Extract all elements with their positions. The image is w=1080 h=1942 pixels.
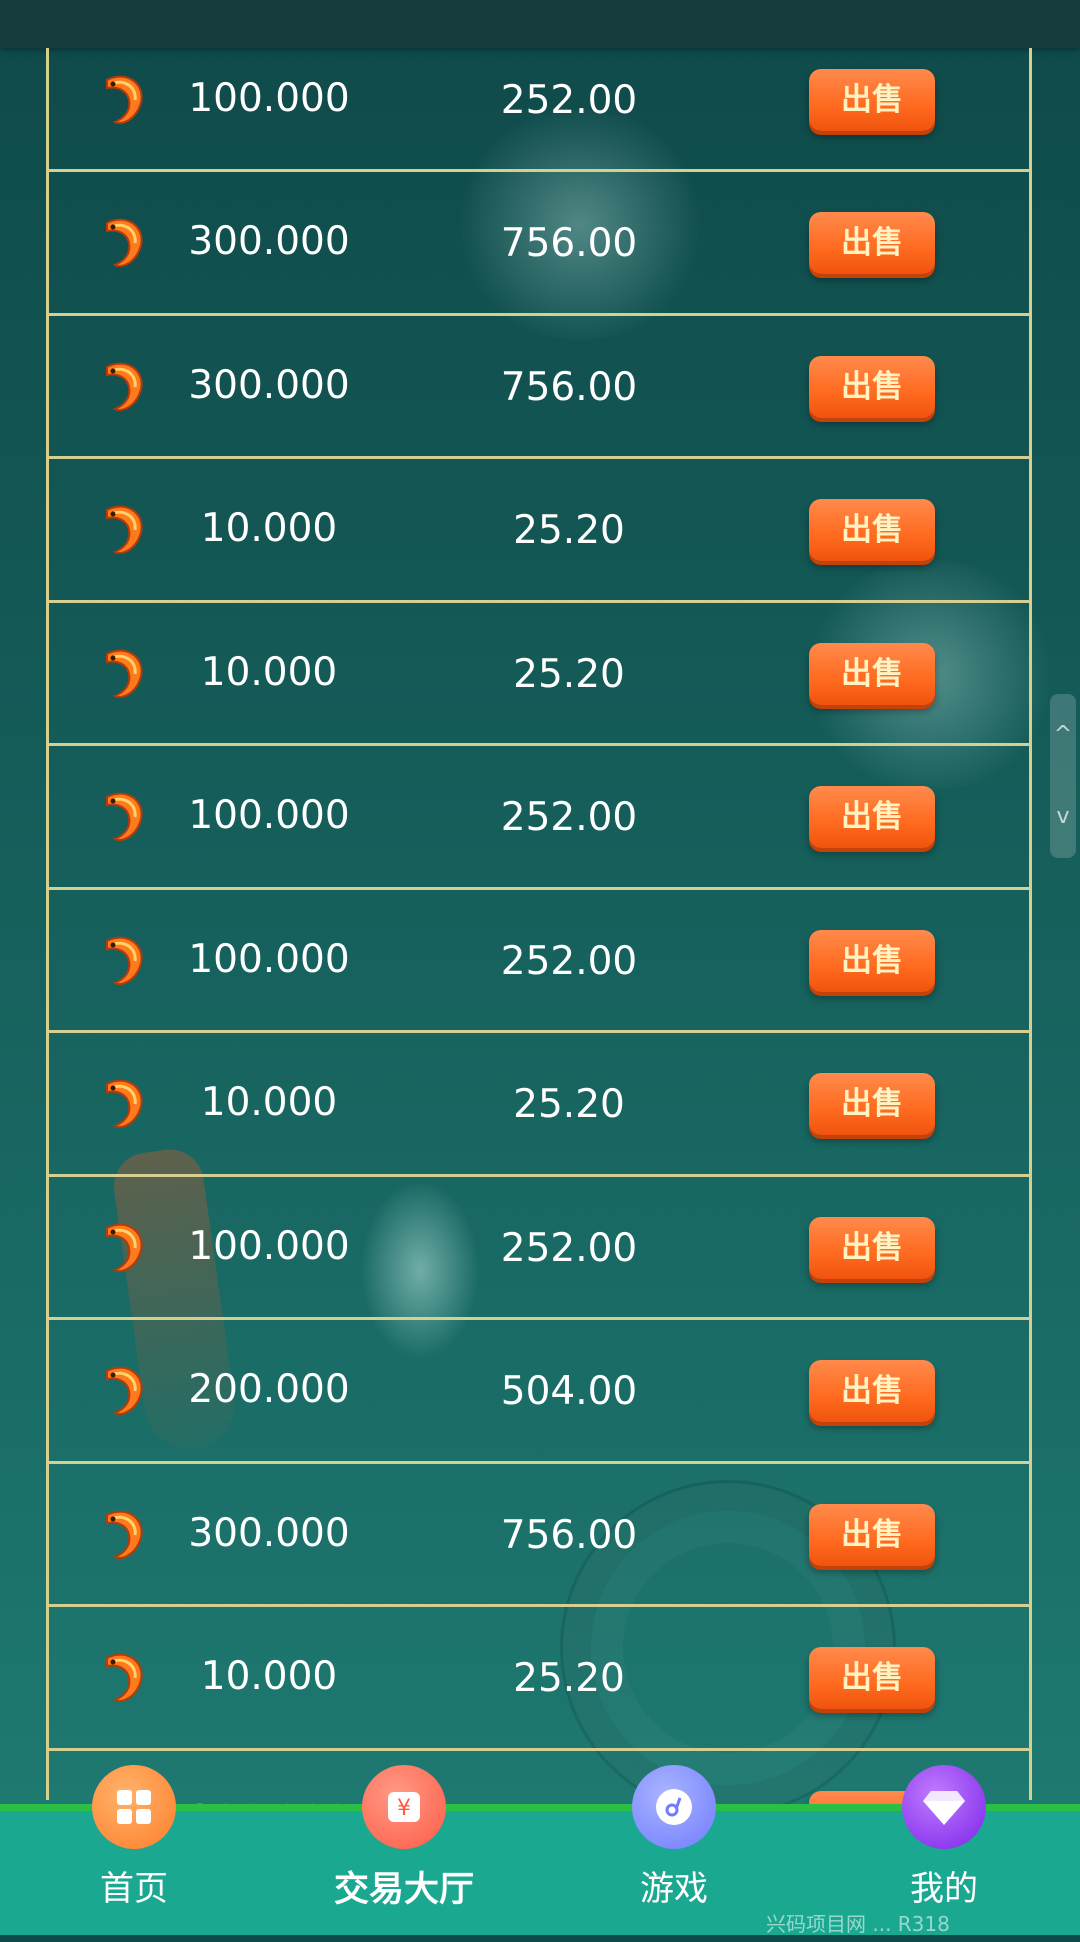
- nav-label-mine: 我的: [910, 1869, 978, 1909]
- price-value: 25.20: [513, 651, 625, 697]
- shrimp-icon: [99, 357, 147, 417]
- table-row: 100.000 252.00 出售: [49, 891, 1029, 1033]
- yen-icon: ¥: [362, 1765, 446, 1849]
- price-value: 756.00: [500, 1512, 638, 1558]
- nav-item-game[interactable]: 游戏: [574, 1765, 774, 1942]
- sell-button[interactable]: 出售: [809, 642, 935, 705]
- amount-value: 10.000: [200, 1654, 338, 1699]
- table-row: 10.000 25.20 出售: [49, 1609, 1029, 1751]
- nav-label-game: 游戏: [640, 1869, 708, 1909]
- price-value: 25.20: [513, 1082, 625, 1127]
- amount-value: 300.000: [188, 362, 350, 408]
- watermark: 兴码项目网 ... R318: [766, 1912, 950, 1936]
- scroll-up-icon[interactable]: ^: [1050, 694, 1076, 776]
- music-disc-icon: [632, 1765, 716, 1849]
- diamond-icon: [902, 1765, 986, 1849]
- sell-button[interactable]: 出售: [809, 929, 935, 992]
- amount-value: 10.000: [200, 1080, 338, 1125]
- price-value: 252.00: [500, 1225, 638, 1271]
- shrimp-icon: [99, 1505, 147, 1565]
- sell-button[interactable]: 出售: [809, 1360, 935, 1422]
- sell-button[interactable]: 出售: [809, 1503, 935, 1566]
- price-value: 756.00: [500, 364, 638, 410]
- sell-button[interactable]: 出售: [809, 499, 935, 561]
- amount-value: 200.000: [188, 1367, 350, 1412]
- grid-icon: [92, 1765, 176, 1849]
- table-row: 300.000 756.00 出售: [49, 317, 1029, 459]
- sell-button[interactable]: 出售: [809, 786, 935, 848]
- shrimp-icon: [99, 70, 147, 130]
- shrimp-icon: [99, 1361, 147, 1421]
- price-value: 252.00: [500, 77, 638, 123]
- shrimp-icon: [99, 213, 147, 273]
- shrimp-icon: [99, 1074, 147, 1134]
- sell-button[interactable]: 出售: [809, 1216, 935, 1279]
- table-row: 100.000 252.00 出售: [49, 1178, 1029, 1320]
- table-row: 10.000 25.20 出售: [49, 461, 1029, 603]
- shrimp-icon: [99, 931, 147, 991]
- table-row: 300.000 756.00 出售: [49, 174, 1029, 316]
- sell-button[interactable]: 出售: [809, 212, 935, 274]
- price-value: 252.00: [500, 938, 638, 984]
- price-value: 25.20: [513, 508, 625, 553]
- amount-value: 100.000: [188, 1223, 350, 1269]
- amount-value: 300.000: [188, 1510, 350, 1556]
- table-row: 300.000 756.00 出售: [49, 1465, 1029, 1607]
- nav-item-trade[interactable]: ¥ 交易大厅: [304, 1765, 504, 1942]
- price-value: 504.00: [500, 1369, 638, 1414]
- svg-text:¥: ¥: [397, 1796, 411, 1821]
- sell-button[interactable]: 出售: [809, 355, 935, 418]
- amount-value: 300.000: [188, 219, 350, 264]
- table-row: 100.000 252.00 出售: [49, 748, 1029, 890]
- amount-value: 100.000: [188, 75, 350, 121]
- price-value: 25.20: [513, 1656, 625, 1701]
- sell-button[interactable]: 出售: [809, 68, 935, 131]
- price-value: 756.00: [500, 221, 638, 266]
- sell-button[interactable]: 出售: [809, 1647, 935, 1709]
- sell-button[interactable]: 出售: [809, 1073, 935, 1135]
- table-row: 100.000 252.00 出售: [49, 30, 1029, 172]
- table-row: 10.000 25.20 出售: [49, 604, 1029, 746]
- shrimp-icon: [99, 787, 147, 847]
- shrimp-icon: [99, 644, 147, 704]
- table-row: 200.000 504.00 出售: [49, 1322, 1029, 1464]
- shrimp-icon: [99, 500, 147, 560]
- nav-label-home: 首页: [100, 1869, 168, 1909]
- scroll-down-icon[interactable]: v: [1050, 776, 1076, 858]
- scroll-handle[interactable]: ^ v: [1050, 694, 1076, 858]
- shrimp-icon: [99, 1218, 147, 1278]
- nav-item-home[interactable]: 首页: [34, 1765, 234, 1942]
- price-value: 252.00: [500, 795, 638, 840]
- amount-value: 100.000: [188, 936, 350, 982]
- table-row: 10.000 25.20 出售: [49, 1035, 1029, 1177]
- nav-label-trade: 交易大厅: [333, 1870, 474, 1910]
- sell-listing-table: 100.000 252.00 出售 300.000 756.00 出售 300.000 756…: [46, 48, 1032, 1894]
- amount-value: 10.000: [200, 506, 338, 551]
- shrimp-icon: [99, 1648, 147, 1708]
- amount-value: 100.000: [188, 793, 350, 838]
- amount-value: 10.000: [200, 649, 338, 695]
